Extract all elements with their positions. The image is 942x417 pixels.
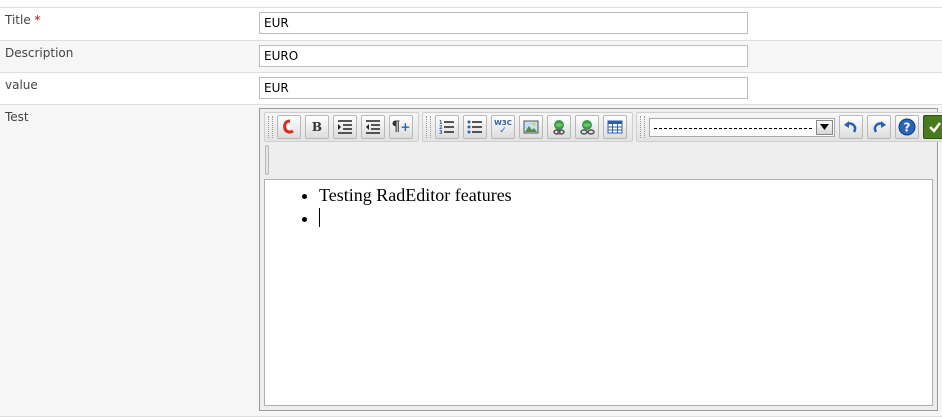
title-input[interactable]: EUR (259, 12, 748, 34)
description-input[interactable]: EURO (259, 45, 748, 67)
list-item (319, 207, 932, 230)
help-icon[interactable]: ? (895, 115, 919, 139)
ordered-list-icon[interactable]: 123 (435, 115, 459, 139)
unlink-icon[interactable] (575, 115, 599, 139)
field-label-title: Title * (5, 13, 41, 27)
editor-content-area[interactable]: Testing RadEditor features (264, 179, 933, 406)
undo-icon[interactable] (839, 115, 863, 139)
save-check-icon[interactable] (923, 115, 942, 139)
form-row-title: Title * EUR (0, 7, 942, 41)
field-label-test: Test (5, 110, 29, 124)
table-icon[interactable] (603, 115, 627, 139)
value-input[interactable]: EUR (259, 77, 748, 99)
editor-toolbar: B ¶ + 123 W3C ✓ ? (264, 112, 942, 142)
redo-icon[interactable] (867, 115, 891, 139)
link-manager-icon[interactable] (547, 115, 571, 139)
bullet-list: Testing RadEditor features (265, 184, 932, 230)
outdent-icon[interactable] (361, 115, 385, 139)
paragraph-insert-icon[interactable]: ¶ + (389, 115, 413, 139)
bold-button[interactable]: B (305, 115, 329, 139)
image-manager-icon[interactable] (519, 115, 543, 139)
rich-text-editor: B ¶ + 123 W3C ✓ ? • Testing RadEditor fe… (259, 108, 942, 411)
format-dropdown-value (654, 127, 812, 129)
form-row-description: Description EURO (0, 40, 942, 73)
field-label-value: value (5, 78, 38, 92)
required-marker: * (34, 13, 41, 27)
text-caret (319, 208, 320, 227)
toolbar-grip-handle[interactable] (265, 145, 269, 175)
w3c-validate-icon[interactable]: W3C ✓ (491, 115, 515, 139)
field-label-description: Description (5, 46, 74, 60)
spellcheck-icon[interactable] (277, 115, 301, 139)
toolbar-group-main: B ¶ + (264, 112, 419, 142)
indent-icon[interactable] (333, 115, 357, 139)
toolbar-group-insert: 123 W3C ✓ (422, 112, 633, 142)
svg-text:?: ? (904, 121, 911, 135)
toolbar-group-format: ? (636, 112, 942, 142)
list-item: Testing RadEditor features (319, 184, 932, 207)
unordered-list-icon[interactable] (463, 115, 487, 139)
svg-text:3: 3 (439, 130, 443, 135)
editor-toolbar-secondary (264, 145, 932, 175)
form-row-value: value EUR (0, 72, 942, 105)
chevron-down-icon[interactable] (816, 119, 833, 135)
format-dropdown[interactable] (649, 117, 835, 137)
